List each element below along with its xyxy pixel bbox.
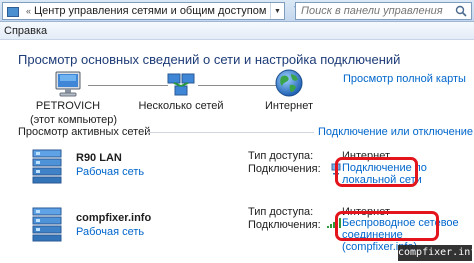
active-networks-label: Просмотр активных сетей bbox=[18, 126, 151, 138]
highlight-box-2 bbox=[335, 211, 439, 241]
control-panel-icon bbox=[6, 5, 20, 17]
address-bar: « Центр управления сетями и общим доступ… bbox=[0, 0, 474, 22]
connect-disconnect-link[interactable]: Подключение или отключение bbox=[318, 126, 473, 138]
network-1-type-link[interactable]: Рабочая сеть bbox=[76, 166, 144, 178]
network-1-connections-label: Подключения: bbox=[248, 163, 321, 175]
view-full-map-link[interactable]: Просмотр полной карты bbox=[343, 73, 466, 85]
map-node-networks: Несколько сетей bbox=[138, 100, 224, 112]
section-divider bbox=[146, 132, 314, 133]
chevron-down-icon[interactable]: ▼ bbox=[270, 3, 284, 19]
search-field[interactable] bbox=[295, 2, 472, 20]
highlight-box-1 bbox=[335, 157, 418, 187]
watermark: compfixer.info bbox=[398, 245, 474, 261]
breadcrumb-current[interactable]: Центр управления сетями и общим доступом bbox=[34, 5, 266, 17]
breadcrumb-separator: « bbox=[26, 6, 32, 16]
page-title: Просмотр основных сведений о сети и наст… bbox=[18, 52, 401, 67]
globe-icon bbox=[275, 69, 303, 97]
map-line-1 bbox=[88, 85, 168, 86]
network-2-name: compfixer.info bbox=[76, 212, 152, 224]
search-icon[interactable] bbox=[455, 5, 467, 17]
multiple-networks-icon bbox=[167, 73, 195, 96]
search-input[interactable] bbox=[296, 5, 446, 17]
map-node-internet: Интернет bbox=[254, 100, 324, 112]
map-node-computer: PETROVICH (этот компьютер) bbox=[30, 100, 118, 126]
network-2-connections-label: Подключения: bbox=[248, 219, 321, 231]
network-2-access-label: Тип доступа: bbox=[248, 206, 314, 218]
breadcrumb[interactable]: « Центр управления сетями и общим доступ… bbox=[2, 2, 285, 20]
internet-label: Интернет bbox=[265, 100, 313, 112]
map-line-2 bbox=[198, 85, 276, 86]
network-2-icon bbox=[32, 207, 62, 242]
network-1-access-label: Тип доступа: bbox=[248, 150, 314, 162]
network-2-type-link[interactable]: Рабочая сеть bbox=[76, 226, 144, 238]
networks-label: Несколько сетей bbox=[138, 100, 224, 112]
computer-name: PETROVICH bbox=[35, 100, 101, 112]
network-1-name: R90 LAN bbox=[76, 152, 122, 164]
network-1-icon bbox=[32, 149, 62, 184]
menu-item-help[interactable]: Справка bbox=[4, 25, 47, 37]
menu-bar: Справка bbox=[0, 22, 474, 40]
computer-icon bbox=[55, 71, 81, 97]
computer-sub: (этот компьютер) bbox=[30, 114, 118, 126]
